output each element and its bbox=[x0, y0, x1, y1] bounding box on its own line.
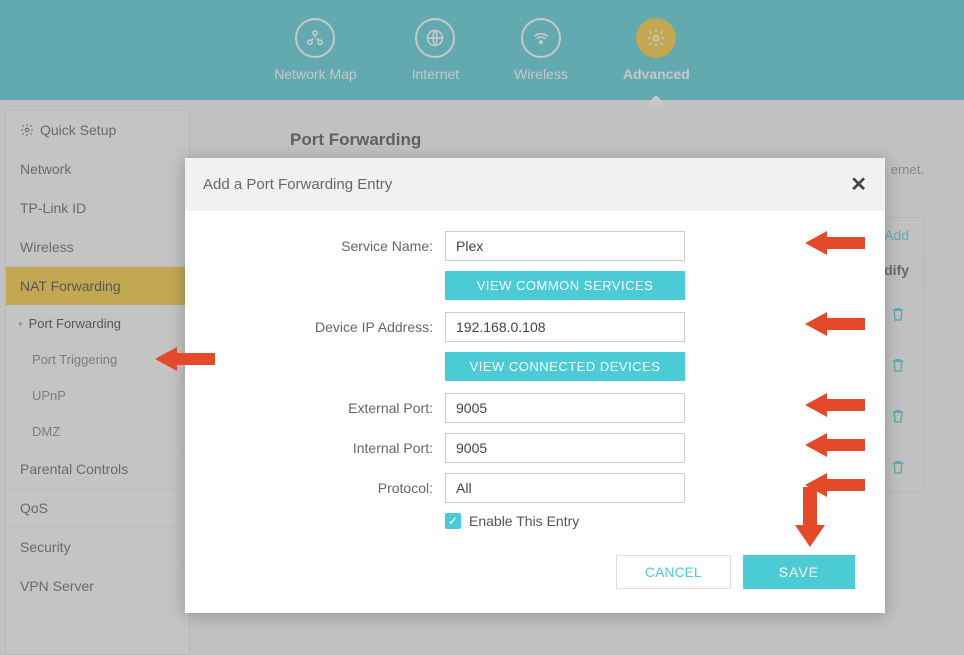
annotation-arrow-icon bbox=[805, 469, 865, 504]
modal-title: Add a Port Forwarding Entry bbox=[203, 176, 392, 193]
modal-body: Service Name: VIEW COMMON SERVICES Devic… bbox=[185, 211, 885, 535]
view-connected-devices-button[interactable]: VIEW CONNECTED DEVICES bbox=[445, 352, 685, 381]
protocol-select[interactable] bbox=[445, 473, 685, 503]
annotation-arrow-icon bbox=[805, 429, 865, 464]
view-common-services-button[interactable]: VIEW COMMON SERVICES bbox=[445, 271, 685, 300]
annotation-arrow-icon bbox=[805, 227, 865, 262]
save-button[interactable]: SAVE bbox=[743, 555, 855, 589]
label-internal-port: Internal Port: bbox=[215, 440, 445, 456]
service-name-input[interactable] bbox=[445, 231, 685, 261]
label-external-port: External Port: bbox=[215, 400, 445, 416]
modal-footer: CANCEL SAVE bbox=[185, 535, 885, 613]
enable-entry-label: Enable This Entry bbox=[469, 513, 579, 529]
modal-header: Add a Port Forwarding Entry ✕ bbox=[185, 158, 885, 211]
checkmark-icon: ✓ bbox=[445, 513, 461, 529]
annotation-arrow-icon bbox=[805, 308, 865, 343]
add-port-forwarding-modal: Add a Port Forwarding Entry ✕ Service Na… bbox=[185, 158, 885, 613]
label-protocol: Protocol: bbox=[215, 480, 445, 496]
annotation-arrow-icon bbox=[805, 389, 865, 424]
device-ip-input[interactable] bbox=[445, 312, 685, 342]
close-icon[interactable]: ✕ bbox=[850, 172, 867, 197]
label-service-name: Service Name: bbox=[215, 238, 445, 254]
enable-entry-checkbox[interactable]: ✓ Enable This Entry bbox=[445, 513, 855, 529]
label-device-ip: Device IP Address: bbox=[215, 319, 445, 335]
external-port-input[interactable] bbox=[445, 393, 685, 423]
internal-port-input[interactable] bbox=[445, 433, 685, 463]
cancel-button[interactable]: CANCEL bbox=[616, 555, 731, 589]
